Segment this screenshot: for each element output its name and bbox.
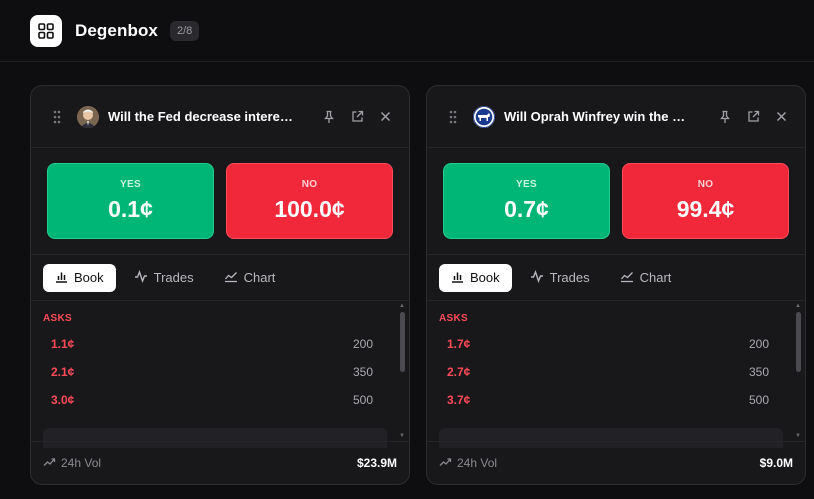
scroll-up-icon[interactable]: ▲ — [399, 301, 405, 311]
top-bar: Degenbox 2/8 — [0, 0, 814, 62]
scroll-down-icon[interactable]: ▼ — [399, 431, 405, 441]
volume-value: $9.0M — [759, 456, 793, 470]
ask-price: 3.0¢ — [51, 393, 75, 407]
trending-up-icon — [439, 456, 452, 470]
yes-button[interactable]: YES 0.1¢ — [47, 163, 214, 239]
app-title: Degenbox — [75, 20, 158, 40]
yes-price: 0.7¢ — [504, 196, 549, 222]
market-card: Will Oprah Winfrey win the 2028 election… — [426, 85, 806, 485]
ask-row[interactable]: 3.7¢ 500 — [439, 386, 791, 414]
pin-icon[interactable] — [717, 109, 733, 125]
ask-row[interactable]: 3.0¢ 500 — [43, 386, 395, 414]
drag-handle-icon[interactable] — [449, 110, 459, 124]
drag-handle-icon[interactable] — [53, 110, 63, 124]
yes-button[interactable]: YES 0.7¢ — [443, 163, 610, 239]
volume-value: $23.9M — [356, 456, 397, 470]
tab-chart[interactable]: Chart — [212, 264, 288, 292]
no-button[interactable]: NO 99.4¢ — [622, 163, 789, 239]
ask-size: 500 — [748, 393, 769, 407]
ask-size: 500 — [352, 393, 373, 407]
grid-icon[interactable] — [30, 14, 62, 47]
order-book: ASKS 1.7¢ 200 2.7¢ 350 3.7¢ 500 ▲ ▼ — [427, 301, 805, 448]
ask-price: 1.1¢ — [51, 337, 75, 351]
bar-chart-icon — [451, 270, 464, 286]
yes-price: 0.1¢ — [108, 196, 153, 222]
asks-label: ASKS — [43, 313, 72, 324]
area-chart-icon — [224, 270, 238, 286]
ask-price: 2.7¢ — [447, 365, 471, 379]
yes-label: YES — [120, 179, 141, 190]
card-footer: 24h Vol $9.0M — [427, 441, 805, 484]
page-indicator-badge: 2/8 — [169, 20, 200, 41]
no-label: NO — [697, 179, 714, 190]
market-card: Will the Fed decrease interest rates? YE… — [30, 85, 410, 485]
ask-row[interactable]: 1.7¢ 200 — [439, 330, 791, 358]
tab-trades[interactable]: Trades — [122, 264, 206, 292]
democratic-donkey-avatar — [473, 105, 495, 128]
tab-chart-label: Chart — [639, 270, 672, 285]
ask-price: 2.1¢ — [51, 365, 75, 379]
close-icon[interactable] — [773, 109, 789, 125]
pin-icon[interactable] — [321, 109, 337, 125]
trending-up-icon — [43, 456, 56, 470]
bar-chart-icon — [55, 270, 68, 286]
volume-label-group: 24h Vol — [43, 456, 101, 470]
ask-price: 3.7¢ — [447, 393, 471, 407]
volume-label-group: 24h Vol — [439, 456, 497, 470]
ask-row[interactable]: 2.1¢ 350 — [43, 358, 395, 386]
no-price: 99.4¢ — [676, 196, 735, 222]
scrollbar[interactable]: ▲ ▼ — [794, 301, 802, 441]
card-header: Will Oprah Winfrey win the 2028 election… — [427, 86, 805, 148]
scroll-down-icon[interactable]: ▼ — [795, 431, 801, 441]
scroll-up-icon[interactable]: ▲ — [795, 301, 801, 311]
scroll-thumb[interactable] — [795, 312, 801, 372]
volume-label: 24h Vol — [457, 456, 498, 470]
tab-chart-label: Chart — [243, 270, 276, 285]
activity-icon — [530, 269, 544, 286]
tab-book[interactable]: Book — [439, 263, 512, 292]
ask-size: 350 — [352, 365, 373, 379]
card-tabs: Book Trades Chart — [31, 255, 409, 301]
area-chart-icon — [620, 270, 634, 286]
external-link-icon[interactable] — [349, 109, 365, 125]
tab-book[interactable]: Book — [43, 263, 116, 292]
card-tabs: Book Trades Chart — [427, 255, 805, 301]
outcome-buttons: YES 0.1¢ NO 100.0¢ — [31, 148, 409, 255]
fed-chair-avatar — [77, 105, 99, 128]
market-title: Will Oprah Winfrey win the 2028 election… — [504, 109, 692, 124]
tab-trades-label: Trades — [153, 270, 194, 285]
tab-book-label: Book — [470, 270, 500, 285]
external-link-icon[interactable] — [745, 109, 761, 125]
no-label: NO — [301, 179, 318, 190]
asks-label: ASKS — [439, 313, 468, 324]
yes-label: YES — [516, 179, 537, 190]
tab-book-label: Book — [74, 270, 104, 285]
ask-row[interactable]: 2.7¢ 350 — [439, 358, 791, 386]
card-header: Will the Fed decrease interest rates? — [31, 86, 409, 148]
card-footer: 24h Vol $23.9M — [31, 441, 409, 484]
tab-trades-label: Trades — [549, 270, 590, 285]
no-price: 100.0¢ — [274, 196, 345, 222]
scroll-thumb[interactable] — [399, 312, 405, 372]
ask-row[interactable]: 1.1¢ 200 — [43, 330, 395, 358]
order-book: ASKS 1.1¢ 200 2.1¢ 350 3.0¢ 500 ▲ ▼ — [31, 301, 409, 448]
tab-trades[interactable]: Trades — [518, 264, 602, 292]
ask-price: 1.7¢ — [447, 337, 471, 351]
ask-size: 200 — [352, 337, 373, 351]
volume-label: 24h Vol — [61, 456, 102, 470]
outcome-buttons: YES 0.7¢ NO 99.4¢ — [427, 148, 805, 255]
ask-size: 200 — [748, 337, 769, 351]
ask-size: 350 — [748, 365, 769, 379]
close-icon[interactable] — [377, 109, 393, 125]
activity-icon — [134, 269, 148, 286]
market-title: Will the Fed decrease interest rates? — [108, 109, 296, 124]
no-button[interactable]: NO 100.0¢ — [226, 163, 393, 239]
scrollbar[interactable]: ▲ ▼ — [398, 301, 406, 441]
tab-chart[interactable]: Chart — [608, 264, 684, 292]
